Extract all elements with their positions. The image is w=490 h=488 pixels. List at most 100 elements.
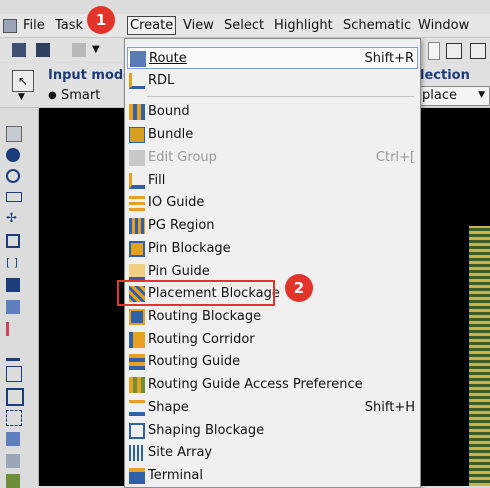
shape-icon — [129, 400, 145, 416]
menu-window[interactable]: Window — [418, 18, 469, 33]
layout-pattern — [469, 226, 490, 486]
create-menu: Route Shift+R RDL Bound Bundle Edit Grou… — [124, 38, 421, 488]
menu-file[interactable]: File — [23, 18, 45, 33]
grid-icon[interactable] — [6, 410, 22, 426]
route-icon — [130, 51, 146, 67]
menu-item-label: Terminal — [148, 468, 203, 483]
left-toolbar: ✢ [ ] — [0, 108, 39, 488]
bracket-icon[interactable]: [ ] — [6, 256, 20, 270]
pin-blockage-icon — [129, 241, 145, 257]
menu-item-label: PG Region — [148, 218, 215, 233]
cursor-icon[interactable] — [446, 43, 462, 59]
menu-view[interactable]: View — [183, 18, 214, 33]
select-arrow-button[interactable]: ↖ — [12, 70, 34, 92]
io-guide-icon — [129, 195, 145, 211]
layout-icon[interactable] — [470, 43, 486, 59]
fill-icon — [129, 173, 145, 189]
arrow-select-icon[interactable] — [6, 126, 22, 142]
menu-item-label: IO Guide — [148, 195, 205, 210]
menu-item-routing-blockage[interactable]: Routing Blockage — [127, 306, 418, 328]
site-array-icon — [129, 445, 145, 461]
menu-task[interactable]: Task — [55, 18, 83, 33]
annotation-highlight-box — [117, 280, 275, 306]
menu-item-pg-region[interactable]: PG Region — [127, 215, 418, 237]
annotation-step-2: 2 — [285, 274, 313, 302]
bound-icon — [129, 104, 145, 120]
menu-item-label: Routing Blockage — [148, 309, 262, 324]
menu-item-rdl[interactable]: RDL — [127, 70, 418, 92]
pg-region-icon — [129, 218, 145, 234]
distribute-icon[interactable] — [6, 300, 20, 314]
menu-item-shaping-blockage[interactable]: Shaping Blockage — [127, 420, 418, 442]
pencil-icon[interactable] — [72, 43, 86, 57]
menu-item-label: Bound — [148, 104, 190, 119]
menu-item-io-guide[interactable]: IO Guide — [127, 192, 418, 214]
menu-item-pin-blockage[interactable]: Pin Blockage — [127, 238, 418, 260]
terminal-icon — [129, 468, 145, 484]
zoom-icon[interactable] — [6, 169, 20, 183]
duplicate-icon[interactable] — [6, 388, 24, 406]
copy-icon[interactable] — [6, 366, 22, 382]
menu-item-shortcut: Shift+R — [364, 51, 414, 66]
menu-item-label: Routing Corridor — [148, 332, 255, 347]
menu-separator — [147, 96, 414, 97]
menu-item-fill[interactable]: Fill — [127, 170, 418, 192]
block-icon[interactable] — [6, 454, 20, 468]
menu-item-terminal[interactable]: Terminal — [127, 465, 418, 487]
menu-item-label: Edit Group — [148, 150, 217, 165]
menu-item-label: Fill — [148, 173, 166, 188]
menu-item-label: Bundle — [148, 127, 194, 142]
menu-item-label: Routing Guide — [148, 354, 241, 369]
align-icon[interactable] — [6, 278, 20, 292]
selection-dropdown-value: place — [422, 88, 457, 103]
bundle-icon — [129, 127, 145, 143]
spinbox-icon[interactable] — [428, 42, 440, 60]
selection-dropdown[interactable]: place ▼ — [418, 86, 490, 106]
menu-item-bundle[interactable]: Bundle — [127, 124, 418, 146]
menu-item-site-array[interactable]: Site Array — [127, 442, 418, 464]
menu-item-shape[interactable]: Shape Shift+H — [127, 397, 418, 419]
menu-item-label: Site Array — [148, 445, 213, 460]
menu-item-shortcut: Shift+H — [364, 400, 415, 415]
routing-blockage-icon — [129, 309, 145, 325]
routing-corridor-icon — [129, 332, 145, 348]
menu-item-label: Pin Blockage — [148, 241, 231, 256]
folder-open-icon[interactable] — [12, 43, 26, 57]
move-icon[interactable]: ✢ — [6, 212, 20, 226]
menu-item-bound[interactable]: Bound — [127, 101, 418, 123]
menu-highlight[interactable]: Highlight — [274, 18, 333, 33]
menu-create[interactable]: Create — [127, 16, 177, 35]
shaping-blockage-icon — [129, 423, 145, 439]
pin-guide-icon — [129, 264, 145, 280]
rdl-icon — [129, 73, 145, 89]
menubar-icon — [3, 19, 17, 33]
menu-item-routing-corridor[interactable]: Routing Corridor — [127, 329, 418, 351]
annotation-step-1: 1 — [87, 6, 115, 34]
step-icon[interactable] — [6, 344, 20, 361]
menu-select[interactable]: Select — [224, 18, 264, 33]
edit-group-icon — [129, 150, 145, 166]
info-icon[interactable] — [6, 148, 20, 162]
rectangle-icon[interactable] — [6, 192, 22, 202]
menu-item-label: Route — [149, 51, 187, 66]
chevron-down-icon[interactable]: ▼ — [92, 44, 100, 55]
radio-icon[interactable]: ● — [48, 90, 57, 101]
menu-item-route[interactable]: Route Shift+R — [127, 47, 418, 69]
menu-item-shortcut: Ctrl+[ — [375, 150, 415, 165]
menu-item-label: RDL — [148, 73, 175, 88]
input-mode-label: Input mode — [48, 68, 132, 83]
menu-item-edit-group[interactable]: Edit Group Ctrl+[ — [127, 147, 418, 169]
menu-item-label: Pin Guide — [148, 264, 210, 279]
menu-item-routing-guide[interactable]: Routing Guide — [127, 351, 418, 373]
save-icon[interactable] — [36, 43, 50, 57]
menu-item-routing-guide-access-preference[interactable]: Routing Guide Access Preference — [127, 374, 418, 396]
menu-schematic[interactable]: Schematic — [343, 18, 411, 33]
input-mode-value[interactable]: Smart — [61, 88, 100, 103]
split-icon[interactable] — [6, 322, 23, 336]
menu-item-label: Routing Guide Access Preference — [148, 377, 363, 392]
routing-guide-access-icon — [129, 377, 145, 393]
layer-icon[interactable] — [6, 432, 20, 446]
resize-icon[interactable] — [6, 234, 20, 248]
routing-guide-icon — [129, 354, 145, 370]
chevron-down-icon[interactable]: ▼ — [18, 92, 25, 102]
